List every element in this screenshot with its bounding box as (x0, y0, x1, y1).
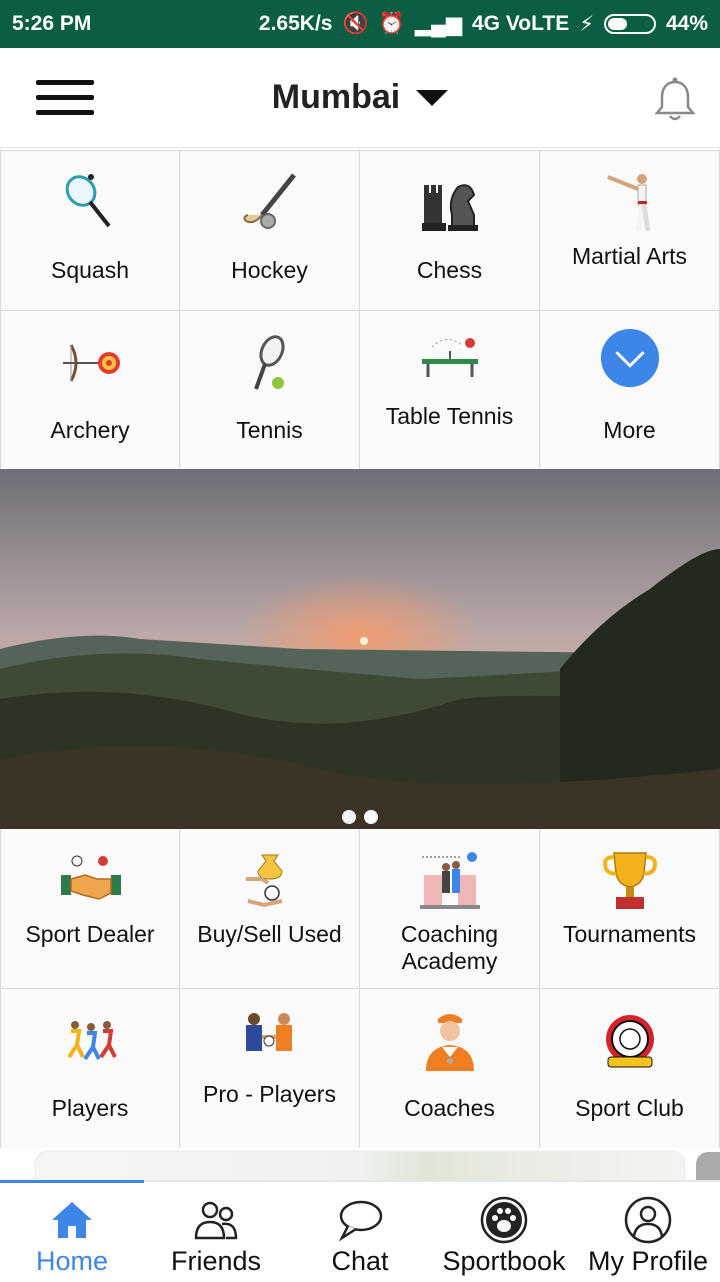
service-sport-dealer[interactable]: Sport Dealer (0, 829, 180, 989)
coach-icon (426, 1014, 474, 1071)
sport-label: Archery (50, 417, 130, 443)
banner-image (0, 469, 720, 829)
content-peek (0, 1148, 720, 1182)
sport-label: Hockey (231, 257, 308, 283)
sport-squash[interactable]: Squash (0, 151, 180, 311)
nav-label: Friends (170, 1246, 262, 1276)
sport-more[interactable]: More (540, 311, 720, 471)
service-buy-sell[interactable]: Buy/Sell Used (180, 829, 360, 989)
service-label: Buy/Sell Used (197, 921, 342, 947)
sport-tennis[interactable]: Tennis (180, 311, 360, 471)
charging-icon: ⚡ (579, 12, 594, 36)
sport-table-tennis[interactable]: Table Tennis (360, 311, 540, 471)
services-grid: Sport Dealer Buy/Sell Used Coaching Acad… (0, 829, 720, 1149)
nav-sportbook[interactable]: Sportbook (432, 1182, 576, 1282)
martial-arts-icon (607, 174, 651, 232)
app-header: Mumbai (0, 48, 720, 148)
city-selector[interactable]: Mumbai (271, 78, 449, 117)
table-tennis-icon (422, 338, 478, 377)
carousel-dots (0, 810, 720, 829)
nav-friends[interactable]: Friends (144, 1182, 288, 1282)
service-coaching-academy[interactable]: Coaching Academy (360, 829, 540, 989)
sport-label: Tennis (236, 417, 303, 443)
nav-chat[interactable]: Chat (288, 1182, 432, 1282)
service-label: Sport Dealer (25, 921, 155, 947)
nav-label: Sportbook (442, 1246, 566, 1276)
city-name: Mumbai (271, 78, 401, 116)
sport-hockey[interactable]: Hockey (180, 151, 360, 311)
battery-icon (603, 14, 656, 34)
sport-martial-arts[interactable]: Martial Arts (540, 151, 720, 311)
nav-label: Home (35, 1246, 109, 1276)
caret-down-icon (416, 89, 449, 106)
trophy-icon (603, 852, 657, 909)
signal-icon: ▂▄▆ (414, 12, 462, 36)
service-label: Coaching Academy (400, 921, 499, 974)
service-label: Tournaments (563, 921, 696, 947)
money-exchange-icon (246, 854, 283, 908)
service-coaches[interactable]: Coaches (360, 989, 540, 1149)
sport-chess[interactable]: Chess (360, 151, 540, 311)
paw-icon (480, 1196, 528, 1244)
pro-players-icon (246, 1013, 292, 1051)
coaching-academy-icon (420, 852, 480, 909)
handshake-icon (61, 855, 121, 900)
network-type: 4G VoLTE (471, 12, 570, 35)
squash-racket-icon (65, 174, 111, 228)
status-indicators: 2.65K/s 🔇 ⏰ ▂▄▆ 4G VoLTE ⚡ 44% (259, 12, 708, 37)
sport-label: Chess (416, 257, 483, 283)
bell-icon[interactable] (652, 76, 698, 124)
bottom-nav: Home Friends Chat Sportbook My Profile (0, 1180, 720, 1280)
promo-card-next[interactable] (696, 1152, 720, 1182)
service-tournaments[interactable]: Tournaments (540, 829, 720, 989)
service-pro-players[interactable]: Pro - Players (180, 989, 360, 1149)
archery-icon (63, 344, 120, 382)
network-speed: 2.65K/s (258, 12, 333, 35)
carousel-dot[interactable] (342, 810, 356, 824)
sports-grid: Squash Hockey Chess Martial Arts Archery… (0, 150, 720, 471)
tennis-racket-icon (254, 335, 285, 390)
carousel-dot[interactable] (364, 810, 378, 824)
sport-label: Squash (50, 257, 129, 283)
nav-label: My Profile (587, 1246, 709, 1276)
battery-percent: 44% (665, 12, 708, 35)
friends-icon (194, 1201, 238, 1240)
service-label: Players (51, 1095, 129, 1121)
alarm-icon: ⏰ (378, 12, 405, 35)
chat-bubble-icon (338, 1200, 383, 1242)
nav-label: Chat (331, 1246, 389, 1276)
profile-icon (624, 1196, 672, 1244)
runners-icon (67, 1021, 117, 1061)
hockey-stick-icon (243, 173, 296, 229)
service-players[interactable]: Players (0, 989, 180, 1149)
home-icon (52, 1202, 92, 1238)
service-label: Pro - Players (203, 1081, 336, 1107)
service-label: Coaches (404, 1095, 495, 1121)
chess-pieces-icon (422, 184, 478, 231)
status-time: 5:26 PM (12, 12, 92, 35)
chevron-down-icon (600, 328, 660, 388)
city-selector-wrapper: Mumbai (0, 78, 720, 117)
nav-my-profile[interactable]: My Profile (576, 1182, 720, 1282)
sport-archery[interactable]: Archery (0, 311, 180, 471)
status-bar: 5:26 PM 2.65K/s 🔇 ⏰ ▂▄▆ 4G VoLTE ⚡ 44% (0, 0, 720, 48)
promo-card[interactable] (36, 1152, 684, 1182)
service-sport-club[interactable]: Sport Club (540, 989, 720, 1149)
club-crest-icon (606, 1015, 654, 1068)
nav-home[interactable]: Home (0, 1182, 144, 1282)
banner-carousel[interactable] (0, 469, 720, 829)
service-label: Sport Club (575, 1095, 684, 1121)
sport-label: Martial Arts (571, 243, 688, 269)
sport-label: Table Tennis (385, 403, 514, 429)
sport-label: More (603, 417, 656, 443)
mute-icon: 🔇 (342, 12, 369, 35)
